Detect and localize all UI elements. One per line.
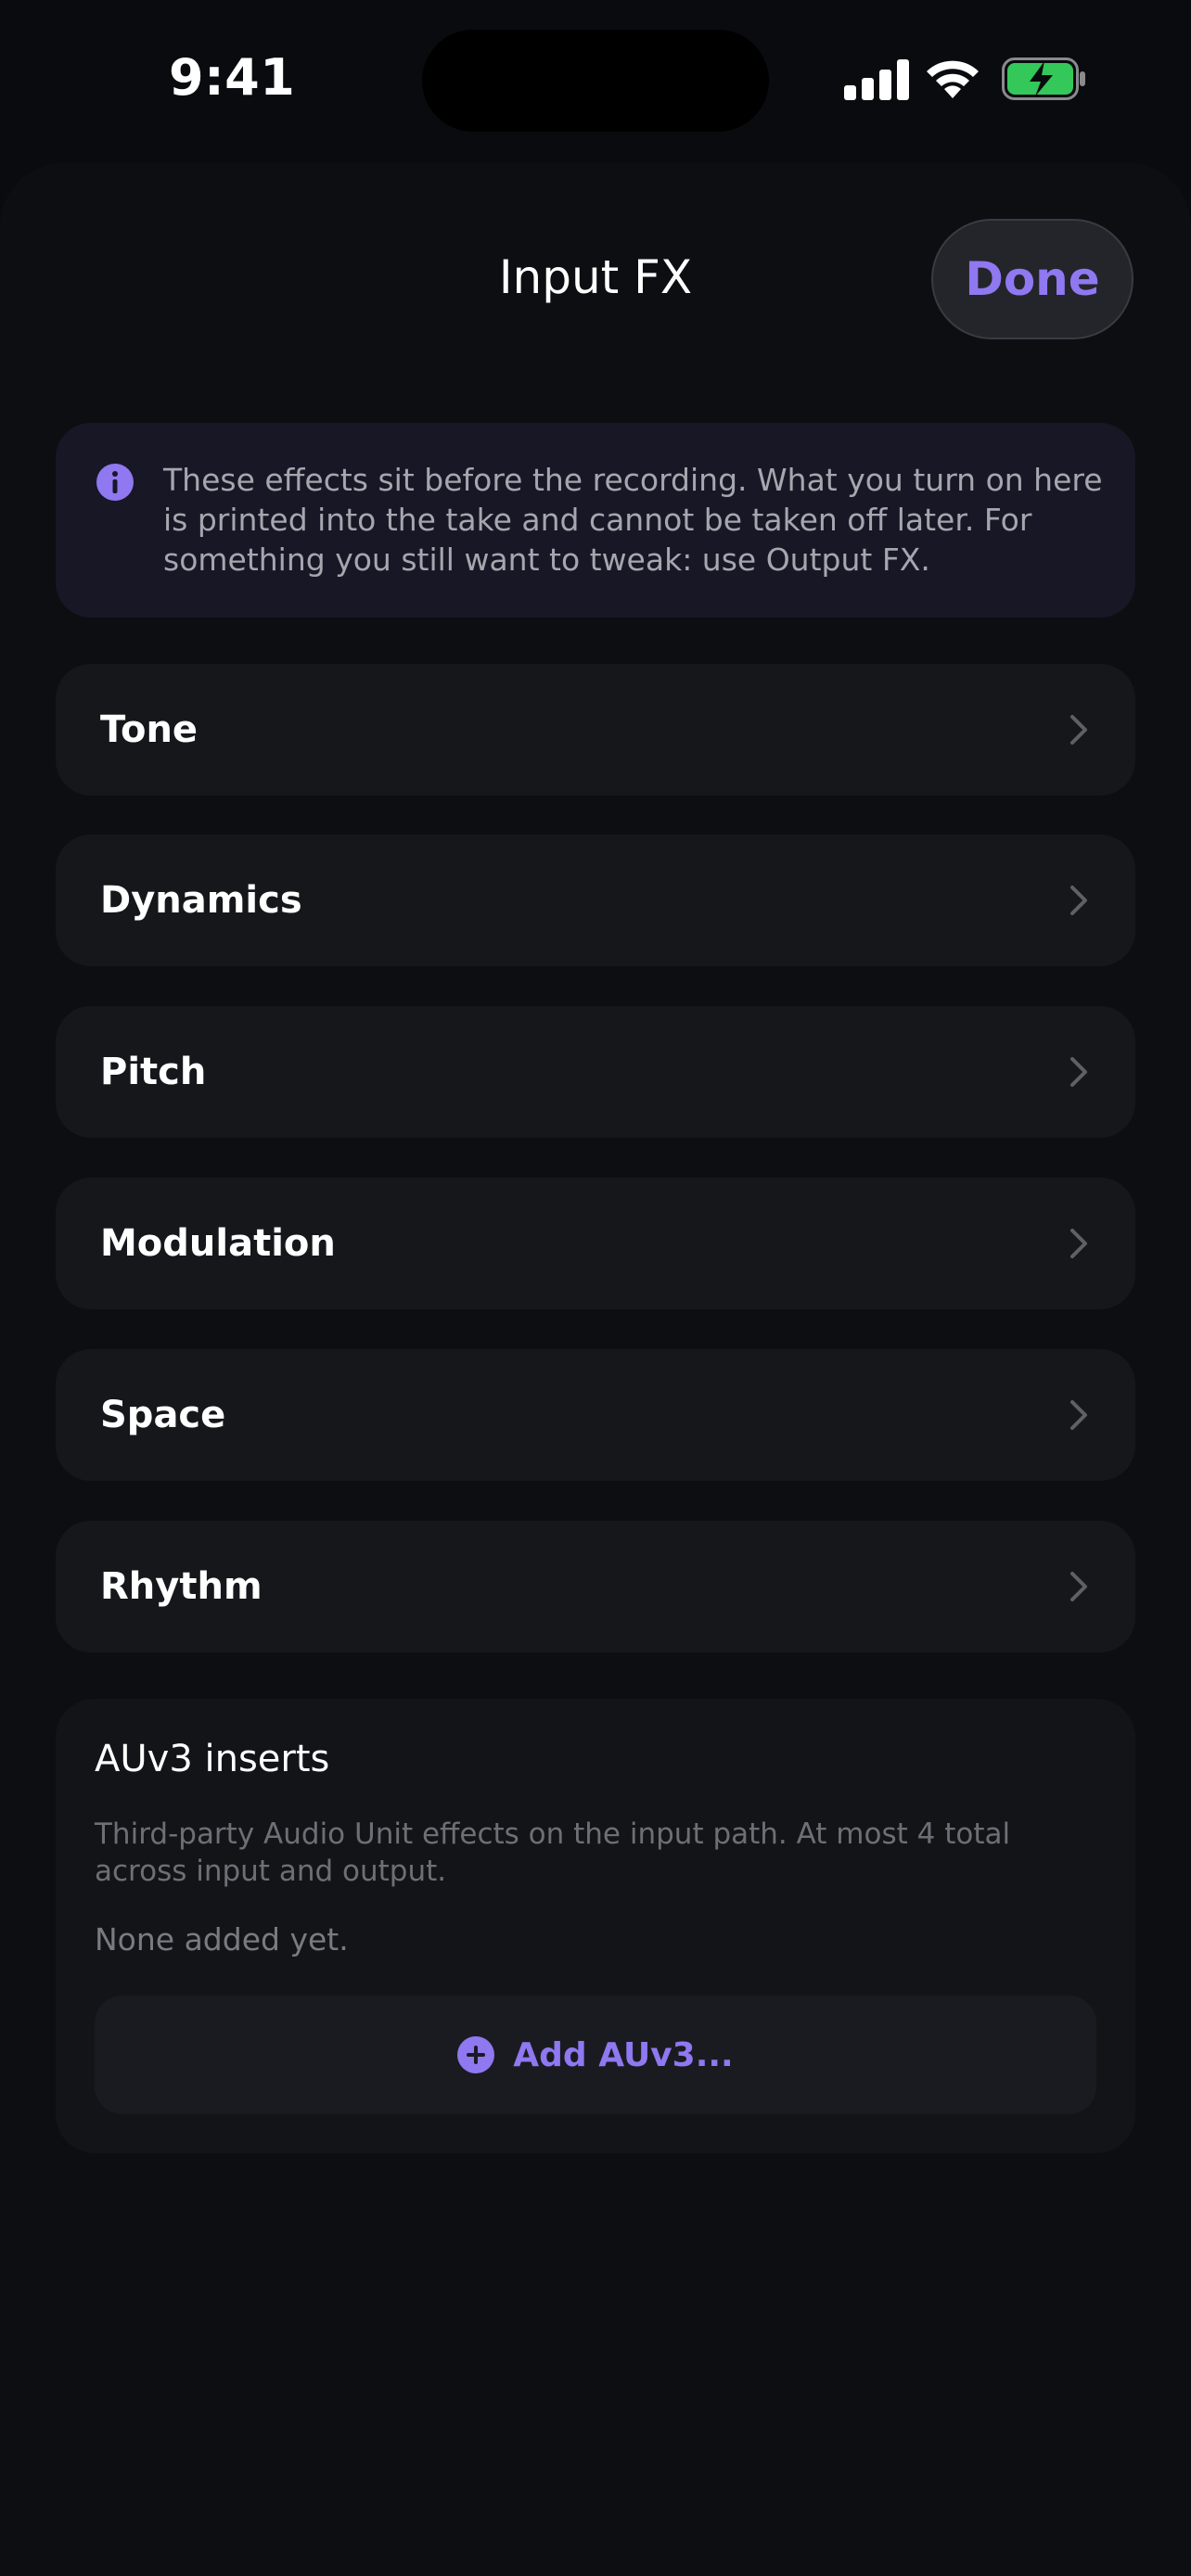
info-banner: These effects sit before the recording. … [56,423,1135,618]
chevron-right-icon [1070,1057,1087,1087]
category-row-space[interactable]: Space [56,1349,1135,1481]
wifi-icon [927,60,979,98]
category-label: Modulation [100,1222,336,1265]
auv3-inserts-section: AUv3 inserts Third-party Audio Unit effe… [56,1699,1135,2153]
add-auv3-label: Add AUv3... [513,2035,734,2074]
category-row-modulation[interactable]: Modulation [56,1178,1135,1309]
chevron-right-icon [1070,886,1087,915]
auv3-title: AUv3 inserts [95,1738,330,1780]
info-text: These effects sit before the recording. … [163,462,1103,578]
status-bar: 9:41 [0,0,1191,158]
done-button[interactable]: Done [931,219,1133,339]
battery-charging-icon [1002,57,1085,100]
info-icon [96,464,134,501]
cellular-signal-icon [844,59,909,100]
category-row-tone[interactable]: Tone [56,664,1135,796]
auv3-description: Third-party Audio Unit effects on the in… [95,1817,1011,1888]
category-label: Dynamics [100,879,302,922]
chevron-right-icon [1070,1400,1087,1430]
category-row-pitch[interactable]: Pitch [56,1006,1135,1138]
chevron-right-icon [1070,1229,1087,1258]
plus-circle-icon [457,2036,495,2073]
add-auv3-button[interactable]: Add AUv3... [95,1996,1096,2114]
auv3-empty-state: None added yet. [95,1921,349,1958]
chevron-right-icon [1070,715,1087,745]
category-label: Pitch [100,1051,207,1093]
category-label: Rhythm [100,1565,263,1608]
category-label: Space [100,1394,226,1436]
category-row-dynamics[interactable]: Dynamics [56,835,1135,966]
category-row-rhythm[interactable]: Rhythm [56,1521,1135,1652]
dynamic-island [422,30,769,132]
status-time: 9:41 [169,48,296,107]
chevron-right-icon [1070,1572,1087,1601]
category-label: Tone [100,708,198,751]
